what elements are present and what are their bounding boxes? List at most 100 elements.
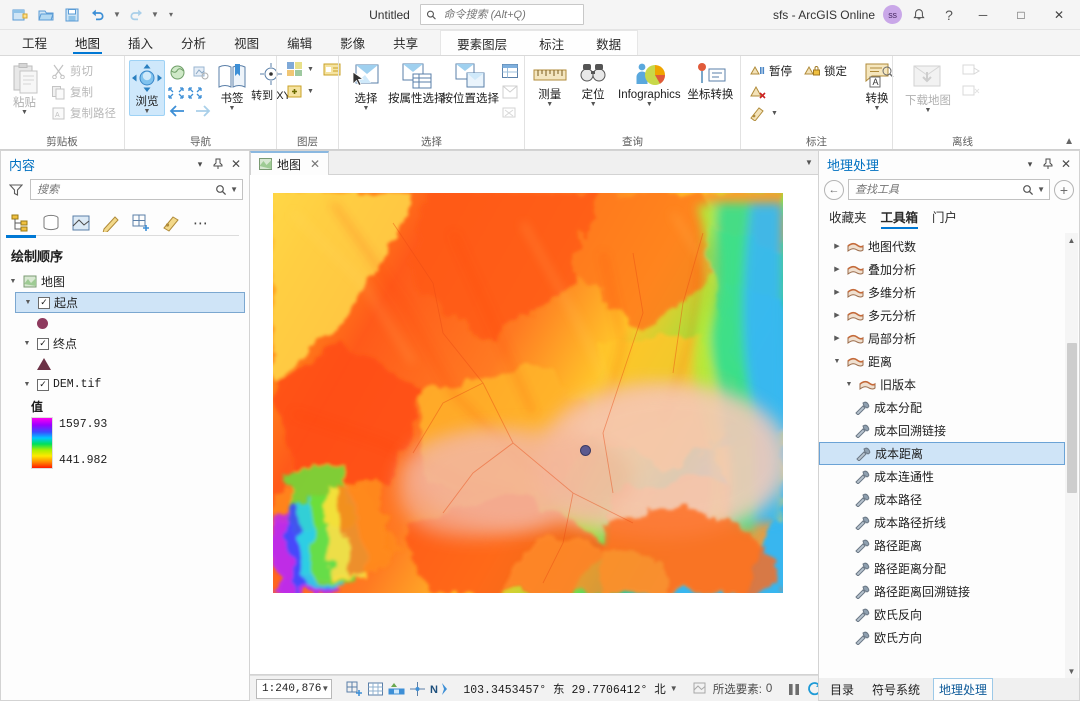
tool-row-euclidean-back-direction[interactable]: 欧氏反向 bbox=[819, 603, 1079, 626]
expand-icon[interactable]: ▶ bbox=[831, 312, 843, 319]
download-map-dropdown-icon[interactable]: ▼ bbox=[925, 107, 932, 114]
tool-row-cost-back-link[interactable]: 成本回溯链接 bbox=[819, 419, 1079, 442]
command-search-input[interactable] bbox=[441, 7, 578, 22]
list-by-selection-icon[interactable] bbox=[69, 211, 93, 235]
ribbon-tab-imagery[interactable]: 影像 bbox=[326, 30, 379, 55]
scrollbar-thumb[interactable] bbox=[1067, 343, 1077, 493]
back-icon[interactable]: ← bbox=[824, 179, 844, 200]
expand-collapse-icon[interactable]: ▼ bbox=[21, 340, 33, 347]
tool-row-cost-connectivity[interactable]: 成本连通性 bbox=[819, 465, 1079, 488]
sync-replica-icon[interactable] bbox=[961, 61, 981, 81]
undo-dropdown-icon[interactable]: ▼ bbox=[112, 4, 122, 26]
toc-row-end-layer[interactable]: ▼ ✓ 终点 bbox=[15, 333, 249, 354]
tool-row-cost-path-as-polyline[interactable]: 成本路径折线 bbox=[819, 511, 1079, 534]
undo-icon[interactable] bbox=[86, 4, 110, 26]
zoom-to-selection-icon[interactable] bbox=[500, 82, 520, 102]
toolbox-row-legacy[interactable]: ▼ 旧版本 bbox=[819, 373, 1079, 396]
more-options-icon[interactable]: ⋯ bbox=[189, 211, 213, 235]
cut-button[interactable]: 剪切 bbox=[47, 61, 120, 81]
new-project-icon[interactable] bbox=[8, 4, 32, 26]
tool-row-cost-allocation[interactable]: 成本分配 bbox=[819, 396, 1079, 419]
full-extent-icon[interactable] bbox=[167, 62, 187, 82]
ribbon-tab-labeling[interactable]: 标注 bbox=[523, 31, 580, 55]
select-dropdown-icon[interactable]: ▼ bbox=[363, 105, 370, 112]
map-scale-selector[interactable]: 1:240,876 ▼ bbox=[256, 678, 333, 699]
geoprocessing-search-box[interactable]: ▼ bbox=[848, 179, 1050, 200]
layer-visibility-checkbox[interactable]: ✓ bbox=[37, 378, 49, 391]
command-search[interactable] bbox=[419, 4, 584, 25]
attribute-table-icon[interactable] bbox=[500, 61, 520, 81]
dock-tab-catalog[interactable]: 目录 bbox=[825, 679, 859, 700]
expand-icon[interactable]: ▶ bbox=[831, 266, 843, 273]
tab-toolboxes[interactable]: 工具箱 bbox=[880, 207, 918, 229]
contents-search-input[interactable] bbox=[35, 182, 213, 197]
expand-collapse-icon[interactable]: ▼ bbox=[7, 278, 19, 285]
close-button[interactable]: ✕ bbox=[1042, 1, 1076, 29]
map-canvas[interactable] bbox=[250, 175, 818, 674]
lock-labeling-button[interactable]: 锁定 bbox=[800, 61, 851, 81]
pause-labeling-button[interactable]: 暂停 bbox=[745, 61, 796, 81]
minimize-button[interactable]: ─ bbox=[966, 1, 1000, 29]
map-grid-icon[interactable] bbox=[367, 679, 384, 699]
scroll-up-icon[interactable]: ▲ bbox=[1068, 233, 1076, 247]
tool-row-path-distance-allocation[interactable]: 路径距离分配 bbox=[819, 557, 1079, 580]
map-view-tab-close-icon[interactable]: ✕ bbox=[310, 157, 320, 171]
previous-extent-icon[interactable] bbox=[190, 62, 210, 82]
select-by-attributes-button[interactable]: 按属性选择 bbox=[388, 60, 446, 105]
geoprocessing-menu-chevron-icon[interactable]: ▾ bbox=[1021, 155, 1039, 173]
list-by-editing-icon[interactable] bbox=[99, 211, 123, 235]
paste-dropdown-icon[interactable]: ▼ bbox=[21, 109, 28, 116]
expand-icon[interactable]: ▶ bbox=[831, 289, 843, 296]
expand-icon[interactable]: ▶ bbox=[831, 243, 843, 250]
help-icon[interactable]: ? bbox=[936, 2, 962, 28]
explore-dropdown-icon[interactable]: ▼ bbox=[144, 108, 151, 115]
collapse-icon[interactable]: ▼ bbox=[831, 358, 843, 365]
clear-selection-icon[interactable] bbox=[500, 103, 520, 123]
convert-labels-button[interactable]: A 转换 ▼ bbox=[859, 60, 895, 112]
bookmarks-dropdown-icon[interactable]: ▼ bbox=[229, 105, 236, 112]
coordinates-dropdown-icon[interactable]: ▼ bbox=[670, 684, 678, 693]
map-crosshair-icon[interactable] bbox=[409, 679, 426, 699]
clear-labeling-button[interactable] bbox=[745, 82, 851, 102]
label-style-button[interactable]: ▼ bbox=[745, 103, 851, 123]
list-by-snapping-icon[interactable] bbox=[129, 211, 153, 235]
tool-row-cost-distance[interactable]: 成本距离 bbox=[819, 442, 1065, 465]
maximize-button[interactable]: □ bbox=[1004, 1, 1038, 29]
contents-search-box[interactable]: ▼ bbox=[30, 179, 243, 200]
list-by-drawing-order-icon[interactable] bbox=[6, 211, 36, 238]
ribbon-tab-edit[interactable]: 编辑 bbox=[273, 30, 326, 55]
tab-portal[interactable]: 门户 bbox=[932, 207, 957, 229]
toolbox-row-overlay-analysis[interactable]: ▶ 叠加分析 bbox=[819, 258, 1079, 281]
contents-search-chevron-icon[interactable]: ▼ bbox=[230, 185, 238, 194]
ribbon-tab-project[interactable]: 工程 bbox=[8, 30, 61, 55]
toc-row-dem-layer[interactable]: ▼ ✓ DEM.tif bbox=[15, 374, 249, 395]
dock-tab-symbology[interactable]: 符号系统 bbox=[867, 679, 925, 700]
explore-button[interactable]: 浏览 ▼ bbox=[129, 60, 165, 116]
map-scale-icon[interactable] bbox=[388, 679, 405, 699]
copy-button[interactable]: 复制 bbox=[47, 82, 120, 102]
tool-row-euclidean-direction[interactable]: 欧氏方向 bbox=[819, 626, 1079, 649]
collapse-icon[interactable]: ▼ bbox=[843, 381, 855, 388]
expand-collapse-icon[interactable]: ▼ bbox=[22, 299, 34, 306]
toolbox-row-map-algebra[interactable]: ▶ 地图代数 bbox=[819, 235, 1079, 258]
ribbon-tab-data[interactable]: 数据 bbox=[580, 31, 637, 55]
bookmarks-button[interactable]: 书签 ▼ bbox=[215, 60, 249, 112]
redo-icon[interactable] bbox=[124, 4, 148, 26]
toc-row-map[interactable]: ▼ 地图 bbox=[1, 271, 249, 292]
tab-favorites[interactable]: 收藏夹 bbox=[829, 207, 867, 229]
ribbon-tab-feature-layer[interactable]: 要素图层 bbox=[441, 31, 523, 55]
locate-dropdown-icon[interactable]: ▼ bbox=[590, 101, 597, 108]
tool-row-path-distance[interactable]: 路径距离 bbox=[819, 534, 1079, 557]
download-map-button[interactable]: 下载地图 ▼ bbox=[897, 60, 959, 114]
copy-path-button[interactable]: A 复制路径 bbox=[47, 103, 120, 123]
convert-labels-dropdown-icon[interactable]: ▼ bbox=[874, 105, 881, 112]
geoprocessing-close-icon[interactable]: ✕ bbox=[1057, 155, 1075, 173]
open-project-icon[interactable] bbox=[34, 4, 58, 26]
select-button[interactable]: 选择 ▼ bbox=[343, 60, 389, 112]
infographics-dropdown-icon[interactable]: ▼ bbox=[646, 101, 653, 108]
tool-row-cost-path[interactable]: 成本路径 bbox=[819, 488, 1079, 511]
list-by-data-source-icon[interactable] bbox=[39, 211, 63, 235]
scroll-down-icon[interactable]: ▼ bbox=[1068, 664, 1076, 678]
toolbox-row-multivariate-analysis[interactable]: ▶ 多元分析 bbox=[819, 304, 1079, 327]
geoprocessing-search-chevron-icon[interactable]: ▼ bbox=[1037, 185, 1045, 194]
